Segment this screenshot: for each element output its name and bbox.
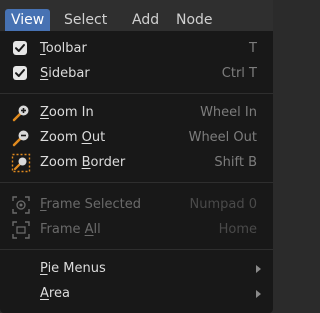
menu-item-area[interactable]: Area [0, 283, 273, 305]
submenu-arrow-icon [256, 290, 261, 298]
menu-bar: View Select Add Node [0, 0, 273, 34]
zoom-in-label: Zoom In [40, 105, 94, 120]
frame-selected-label: Frame Selected [40, 197, 142, 212]
separator [0, 93, 273, 94]
zoom-border-icon [11, 153, 31, 173]
menu-item-zoom-out[interactable]: Zoom Out Wheel Out [0, 127, 273, 149]
sidebar-label: Sidebar [40, 66, 90, 81]
menu-item-frame-all[interactable]: Frame All Home [0, 219, 273, 241]
frame-all-label: Frame All [40, 222, 101, 237]
view-dropdown-menu: Toolbar T Sidebar Ctrl T Zoom In Wheel I… [0, 31, 273, 313]
checkmark-icon [15, 44, 25, 52]
submenu-arrow-icon [256, 265, 261, 273]
sidebar-checkbox[interactable] [13, 66, 27, 80]
zoom-in-icon [12, 105, 29, 122]
zoom-out-shortcut: Wheel Out [188, 130, 257, 145]
menu-node[interactable]: Node [170, 9, 219, 31]
separator [0, 249, 273, 250]
menu-view[interactable]: View [5, 9, 51, 31]
menu-item-frame-selected[interactable]: Frame Selected Numpad 0 [0, 194, 273, 216]
menu-item-toolbar[interactable]: Toolbar T [0, 38, 273, 60]
zoom-in-shortcut: Wheel In [200, 105, 257, 120]
zoom-out-icon [12, 130, 29, 147]
frame-all-shortcut: Home [218, 222, 257, 237]
frame-all-icon [12, 221, 30, 239]
area-label: Area [40, 286, 70, 301]
menu-item-zoom-border[interactable]: Zoom Border Shift B [0, 152, 273, 174]
zoom-border-shortcut: Shift B [214, 155, 257, 170]
toolbar-label: Toolbar [40, 41, 87, 56]
frame-selected-shortcut: Numpad 0 [189, 197, 257, 212]
pie-menus-label: Pie Menus [40, 261, 106, 276]
menu-select[interactable]: Select [58, 9, 113, 31]
zoom-border-label: Zoom Border [40, 155, 126, 170]
frame-selected-icon [12, 196, 30, 214]
menu-item-sidebar[interactable]: Sidebar Ctrl T [0, 63, 273, 85]
menu-item-pie-menus[interactable]: Pie Menus [0, 258, 273, 280]
checkmark-icon [15, 69, 25, 77]
menu-add[interactable]: Add [126, 9, 165, 31]
separator [0, 182, 273, 183]
toolbar-shortcut: T [249, 41, 257, 56]
sidebar-shortcut: Ctrl T [221, 66, 257, 81]
zoom-out-label: Zoom Out [40, 130, 106, 145]
menu-item-zoom-in[interactable]: Zoom In Wheel In [0, 102, 273, 124]
toolbar-checkbox[interactable] [13, 41, 27, 55]
